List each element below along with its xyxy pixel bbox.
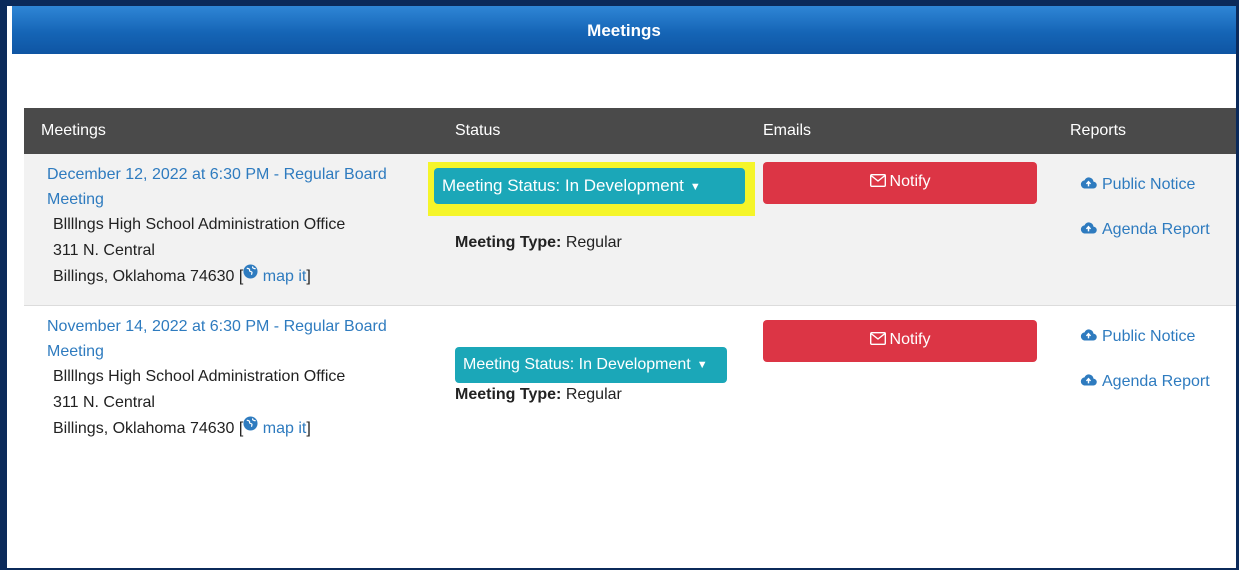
meetings-table: Meetings Status Emails Reports December … [24, 108, 1236, 466]
address-bracket-close: ] [306, 268, 311, 286]
address-line1: Bllllngs High School Administration Offi… [53, 368, 346, 385]
window-frame-left [0, 0, 7, 570]
meeting-type-label: Meeting Type: [455, 234, 562, 251]
cloud-upload-icon [1080, 221, 1102, 238]
agenda-report-link[interactable]: Agenda Report [1080, 221, 1210, 239]
notify-label: Notify [889, 173, 931, 190]
agenda-report-label: Agenda Report [1102, 221, 1210, 238]
meeting-type: Meeting Type: Regular [455, 234, 622, 252]
address-line2: 311 N. Central [53, 242, 155, 259]
address-city: Billings, Oklahoma 74630 [ [53, 420, 244, 438]
meeting-status-label: Meeting Status: In Development [463, 356, 691, 374]
address-line1: Bllllngs High School Administration Offi… [53, 216, 346, 233]
table-header: Meetings Status Emails Reports [24, 108, 1236, 154]
map-it-label: map it [262, 420, 307, 438]
meeting-status-dropdown[interactable]: Meeting Status: In Development ▼ [455, 347, 727, 383]
envelope-icon [869, 173, 890, 190]
address-line3: Billings, Oklahoma 74630 [ map it] [53, 264, 345, 290]
public-notice-link[interactable]: Public Notice [1080, 328, 1195, 346]
meeting-address: Bllllngs High School Administration Offi… [53, 212, 345, 290]
meeting-type-label: Meeting Type: [455, 386, 562, 403]
meeting-type-value: Regular [565, 386, 622, 403]
cloud-upload-icon [1080, 176, 1102, 193]
address-line3: Billings, Oklahoma 74630 [ map it] [53, 416, 345, 442]
meeting-title-link[interactable]: November 14, 2022 at 6:30 PM - Regular B… [47, 314, 432, 364]
agenda-report-link[interactable]: Agenda Report [1080, 373, 1210, 391]
agenda-report-label: Agenda Report [1102, 373, 1210, 390]
caret-down-icon: ▼ [696, 359, 708, 371]
table-row: November 14, 2022 at 6:30 PM - Regular B… [24, 306, 1236, 466]
notify-label: Notify [889, 331, 931, 348]
public-notice-label: Public Notice [1102, 328, 1196, 345]
address-line2: 311 N. Central [53, 394, 155, 411]
notify-button[interactable]: Notify [763, 320, 1037, 362]
cloud-upload-icon [1080, 328, 1102, 345]
globe-icon [243, 414, 258, 440]
column-header-meetings: Meetings [41, 122, 106, 139]
page-title: Meetings [12, 6, 1236, 54]
address-bracket-close: ] [306, 420, 311, 438]
public-notice-label: Public Notice [1102, 176, 1196, 193]
map-it-link[interactable]: map it [243, 416, 307, 438]
cloud-upload-icon [1080, 373, 1102, 390]
meeting-type: Meeting Type: Regular [455, 386, 622, 404]
notify-button[interactable]: Notify [763, 162, 1037, 204]
address-city: Billings, Oklahoma 74630 [ [53, 268, 244, 286]
caret-down-icon: ▼ [689, 180, 701, 193]
table-row: December 12, 2022 at 6:30 PM - Regular B… [24, 154, 1236, 306]
map-it-label: map it [262, 268, 307, 286]
meeting-type-value: Regular [565, 234, 622, 251]
globe-icon [243, 262, 258, 288]
column-header-status: Status [455, 122, 501, 139]
column-header-reports: Reports [1070, 122, 1127, 139]
column-header-emails: Emails [763, 122, 812, 139]
meeting-status-label: Meeting Status: In Development [442, 176, 684, 195]
public-notice-link[interactable]: Public Notice [1080, 176, 1195, 194]
envelope-icon [869, 331, 890, 348]
meeting-title-link[interactable]: December 12, 2022 at 6:30 PM - Regular B… [47, 162, 432, 212]
meeting-address: Bllllngs High School Administration Offi… [53, 364, 345, 442]
meeting-status-dropdown[interactable]: Meeting Status: In Development ▼ [434, 168, 745, 204]
map-it-link[interactable]: map it [243, 264, 307, 286]
